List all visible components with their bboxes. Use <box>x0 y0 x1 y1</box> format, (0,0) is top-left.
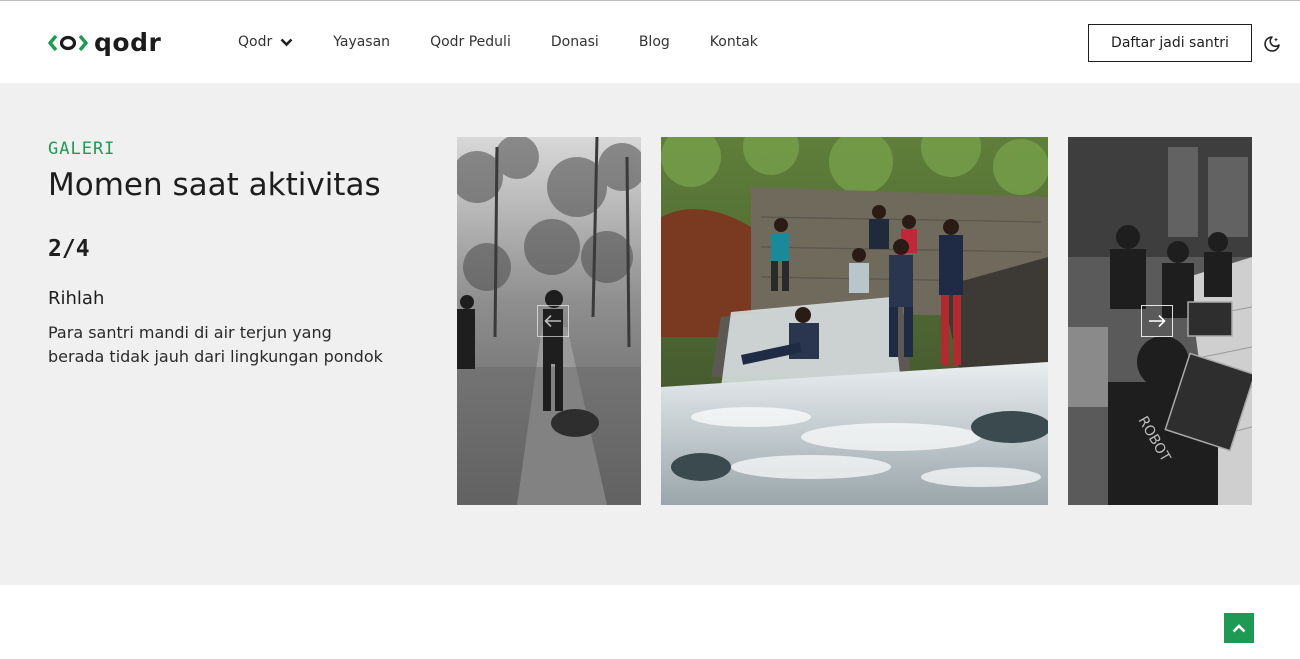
slide-counter: 2/4 <box>48 236 90 262</box>
site-header: qodr Qodr Yayasan Qodr Peduli Donasi Blo… <box>0 3 1300 83</box>
nav-item-label: Donasi <box>550 34 599 50</box>
nav-item-blog[interactable]: Blog <box>639 32 670 52</box>
nav-item-label: Qodr <box>238 34 273 50</box>
logo[interactable]: qodr <box>48 29 161 57</box>
slide-description: Para santri mandi di air terjun yang ber… <box>48 323 383 366</box>
chevron-up-icon <box>1232 624 1246 633</box>
moon-icon[interactable] <box>1263 35 1281 53</box>
section-eyebrow: GALERI <box>48 139 116 159</box>
nav-item-label: Kontak <box>709 34 758 50</box>
photo-waterfall <box>661 137 1048 505</box>
arrow-right-icon <box>1149 314 1166 328</box>
slide-title: Rihlah <box>48 288 105 309</box>
nav-item-qodr-peduli[interactable]: Qodr Peduli <box>430 32 511 52</box>
logo-text: qodr <box>94 28 162 57</box>
qodr-logo-icon <box>48 34 88 52</box>
nav-item-label: Yayasan <box>333 34 391 50</box>
nav-item-yayasan[interactable]: Yayasan <box>333 32 390 52</box>
section-title: Momen saat aktivitas <box>48 167 381 203</box>
chevron-down-icon <box>280 38 293 46</box>
scroll-to-top-button[interactable] <box>1224 613 1254 643</box>
next-slide-button[interactable] <box>1141 305 1173 337</box>
prev-slide-button[interactable] <box>537 305 569 337</box>
gallery-section: GALERI Momen saat aktivitas 2/4 Rihlah P… <box>0 83 1300 585</box>
nav-item-label: Blog <box>638 34 670 50</box>
register-button[interactable]: Daftar jadi santri <box>1088 24 1252 62</box>
nav-item-label: Qodr Peduli <box>430 34 511 50</box>
main-nav: Qodr Yayasan Qodr Peduli Donasi Blog Kon… <box>238 32 758 52</box>
nav-item-kontak[interactable]: Kontak <box>710 32 758 52</box>
nav-item-qodr[interactable]: Qodr <box>238 32 293 52</box>
gallery-slide-current[interactable] <box>661 137 1048 505</box>
arrow-left-icon <box>544 314 561 328</box>
nav-item-donasi[interactable]: Donasi <box>551 32 599 52</box>
